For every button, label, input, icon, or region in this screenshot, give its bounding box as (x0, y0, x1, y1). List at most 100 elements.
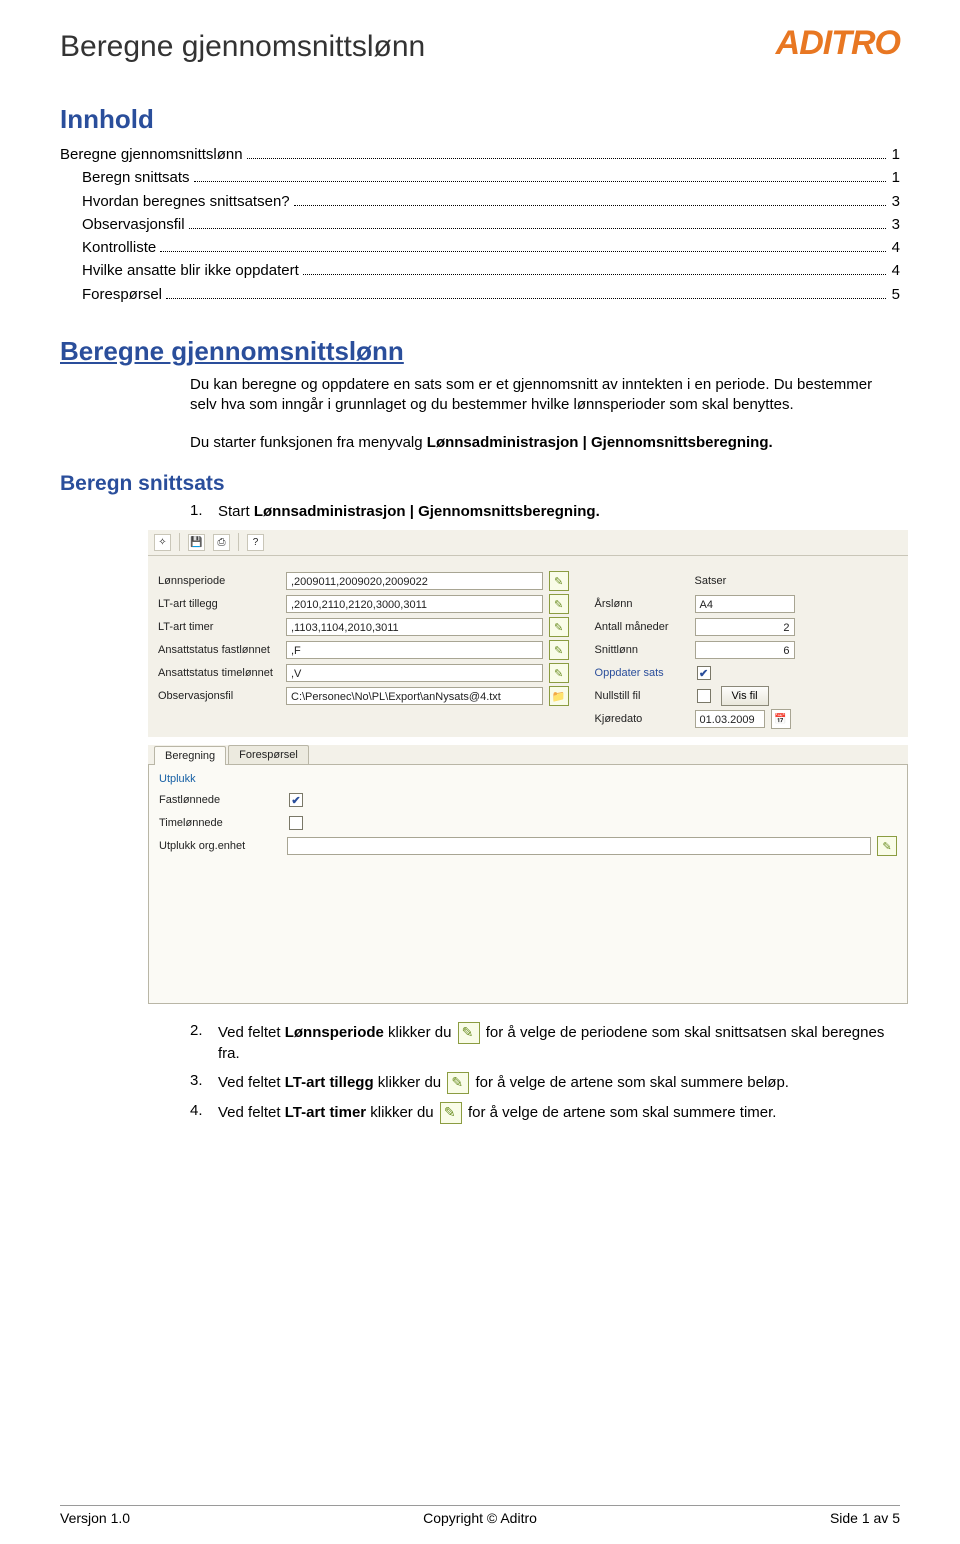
picker-icon[interactable]: ✎ (549, 617, 569, 637)
text: klikker du (366, 1104, 438, 1121)
toc-page: 1 (890, 143, 900, 166)
toc-label: Hvordan beregnes snittsatsen? (82, 190, 290, 213)
toc-page: 4 (890, 236, 900, 259)
step-1: 1. Start Lønnsadministrasjon | Gjennomsn… (190, 502, 900, 522)
text: klikker du (374, 1074, 446, 1091)
text: for å velge de artene som skal summere t… (464, 1104, 777, 1121)
maneder-label: Antall måneder (595, 621, 695, 633)
folder-icon[interactable]: 📁 (549, 686, 569, 706)
field-name: LT-art tillegg (285, 1074, 374, 1091)
fastlonnet-input[interactable]: ,F (286, 641, 543, 659)
toc-entry[interactable]: Kontrolliste 4 (60, 236, 900, 259)
picker-icon (458, 1022, 480, 1044)
text: klikker du (384, 1024, 456, 1041)
toc-entry[interactable]: Observasjonsfil3 (60, 213, 900, 236)
new-icon[interactable]: ✧ (154, 534, 171, 551)
toc-entry[interactable]: Forespørsel 5 (60, 283, 900, 306)
fastlonnede-label: Fastlønnede (159, 794, 287, 806)
toc-entry[interactable]: Beregn snittsats 1 (60, 166, 900, 189)
toc-leader (194, 169, 886, 183)
text: for å velge de artene som skal summere b… (471, 1074, 789, 1091)
calendar-icon[interactable]: 📅 (771, 709, 791, 729)
field-name: Lønnsperiode (285, 1024, 384, 1041)
brand-logo: ADITRO (776, 24, 900, 63)
field-name: LT-art timer (285, 1104, 366, 1121)
step-number: 1. (190, 502, 218, 522)
app-toolbar: ✧ 💾 ⎙ ? (148, 530, 908, 556)
visfil-button[interactable]: Vis fil (721, 686, 769, 706)
doc-title: Beregne gjennomsnittslønn (60, 30, 425, 64)
arslonn-input[interactable]: A4 (695, 595, 795, 613)
step-number: 2. (190, 1022, 218, 1064)
text: Start (218, 503, 254, 520)
print-icon[interactable]: ⎙ (213, 534, 230, 551)
footer-page: Side 1 av 5 (830, 1510, 900, 1526)
toc-label: Beregn snittsats (82, 166, 190, 189)
intro-paragraph-2: Du starter funksjonen fra menyvalg Lønns… (190, 433, 900, 453)
nullstill-label: Nullstill fil (595, 690, 695, 702)
tab-beregning[interactable]: Beregning (154, 746, 226, 765)
timelonnede-checkbox[interactable] (289, 816, 303, 830)
toc-page: 1 (890, 166, 900, 189)
timelonnet-input[interactable]: ,V (286, 664, 543, 682)
toc-page: 4 (890, 259, 900, 282)
intro-paragraph-1: Du kan beregne og oppdatere en sats som … (190, 375, 900, 416)
toc-entry[interactable]: Beregne gjennomsnittslønn1 (60, 143, 900, 166)
toc-leader (160, 239, 885, 253)
tab-bar: Beregning Forespørsel (148, 745, 908, 764)
toc-label: Forespørsel (82, 283, 162, 306)
orgenhet-input[interactable] (287, 837, 871, 855)
lt-timer-label: LT-art timer (158, 621, 286, 633)
obsfil-label: Observasjonsfil (158, 690, 286, 702)
orgenhet-label: Utplukk org.enhet (159, 840, 287, 852)
lonnsperiode-label: Lønnsperiode (158, 575, 286, 587)
text: Du starter funksjonen fra menyvalg (190, 434, 427, 451)
text: Ved feltet (218, 1104, 285, 1121)
toc-label: Kontrolliste (82, 236, 156, 259)
lt-timer-input[interactable]: ,1103,1104,2010,3011 (286, 618, 543, 636)
picker-icon[interactable]: ✎ (549, 594, 569, 614)
picker-icon[interactable]: ✎ (549, 640, 569, 660)
picker-icon (447, 1072, 469, 1094)
toc-page: 3 (890, 190, 900, 213)
toc-page: 5 (890, 283, 900, 306)
obsfil-input[interactable]: C:\Personec\No\PL\Export\anNysats@4.txt (286, 687, 543, 705)
page-footer: Versjon 1.0 Copyright © Aditro Side 1 av… (60, 1505, 900, 1526)
toc-entry[interactable]: Hvilke ansatte blir ikke oppdatert4 (60, 259, 900, 282)
oppdater-label: Oppdater sats (595, 667, 695, 679)
picker-icon[interactable]: ✎ (549, 571, 569, 591)
help-icon[interactable]: ? (247, 534, 264, 551)
kjoredato-label: Kjøredato (595, 713, 695, 725)
kjoredato-input[interactable]: 01.03.2009 (695, 710, 765, 728)
toc-leader (247, 146, 886, 160)
picker-icon[interactable]: ✎ (877, 836, 897, 856)
fastlonnet-label: Ansattstatus fastlønnet (158, 644, 286, 656)
utplukk-heading: Utplukk (159, 773, 897, 785)
step-2: 2. Ved feltet Lønnsperiode klikker du fo… (190, 1022, 900, 1064)
oppdater-checkbox[interactable]: ✔ (697, 666, 711, 680)
satser-heading: Satser (695, 575, 898, 587)
lt-tillegg-label: LT-art tillegg (158, 598, 286, 610)
fastlonnede-checkbox[interactable]: ✔ (289, 793, 303, 807)
timelonnet-label: Ansattstatus timelønnet (158, 667, 286, 679)
tab-foresporsel[interactable]: Forespørsel (228, 745, 309, 764)
step-4: 4. Ved feltet LT-art timer klikker du fo… (190, 1102, 900, 1124)
maneder-input[interactable]: 2 (695, 618, 795, 636)
timelonnede-label: Timelønnede (159, 817, 287, 829)
step-3: 3. Ved feltet LT-art tillegg klikker du … (190, 1072, 900, 1094)
lonnsperiode-input[interactable]: ,2009011,2009020,2009022 (286, 572, 543, 590)
tab-pane-beregning: Utplukk Fastlønnede ✔ Timelønnede Utpluk… (148, 764, 908, 1004)
step-number: 4. (190, 1102, 218, 1124)
toc-entry[interactable]: Hvordan beregnes snittsatsen? 3 (60, 190, 900, 213)
sub-heading: Beregn snittsats (60, 472, 900, 496)
lt-tillegg-input[interactable]: ,2010,2110,2120,3000,3011 (286, 595, 543, 613)
toc-leader (189, 215, 886, 229)
save-icon[interactable]: 💾 (188, 534, 205, 551)
menu-path: Lønnsadministrasjon | Gjennomsnittsbereg… (254, 503, 600, 520)
picker-icon[interactable]: ✎ (549, 663, 569, 683)
snittlonn-input[interactable]: 6 (695, 641, 795, 659)
main-heading[interactable]: Beregne gjennomsnittslønn (60, 336, 900, 367)
footer-copyright: Copyright © Aditro (423, 1510, 537, 1526)
app-window: ✧ 💾 ⎙ ? Lønnsperiode ,2009011,2009020,20… (148, 530, 908, 1004)
nullstill-checkbox[interactable] (697, 689, 711, 703)
